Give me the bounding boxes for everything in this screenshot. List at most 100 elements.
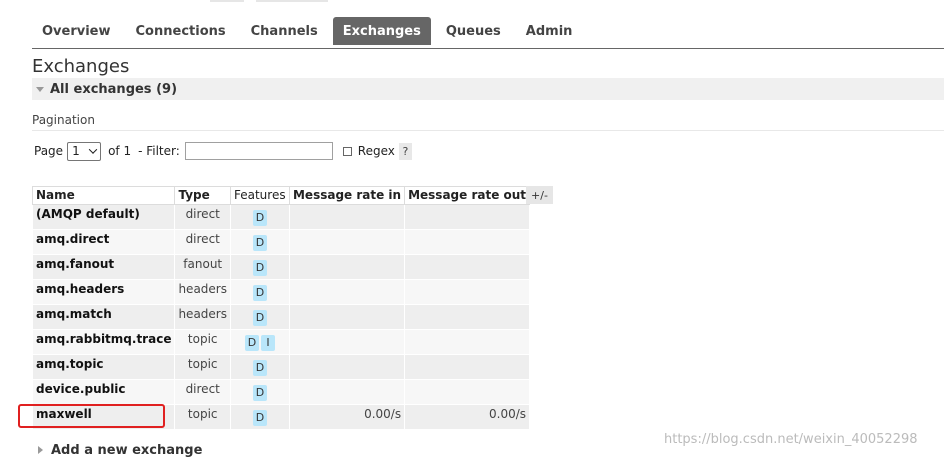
exchange-features: D [229,204,290,230]
nav-tab-channels[interactable]: Channels [241,17,328,45]
message-rate-in [288,279,406,305]
feature-badge: D [252,235,267,251]
nav-tab-queues[interactable]: Queues [436,17,511,45]
add-new-exchange-toggle[interactable]: Add a new exchange [32,441,202,459]
exchange-features: D [229,379,290,405]
exchange-type: direct [174,229,231,255]
feature-badge: D [252,260,267,276]
table-row[interactable]: maxwell topic D 0.00/s 0.00/s [31,404,531,430]
message-rate-in [288,379,406,405]
feature-badge: D [252,385,267,401]
page-select[interactable]: 1 [67,141,102,161]
message-rate-out [404,279,531,305]
nav-tab-overview[interactable]: Overview [32,17,121,45]
exchange-name-link[interactable]: amq.headers [31,279,176,305]
feature-badge: D [252,360,267,376]
table-row[interactable]: amq.match headers D [31,304,531,330]
message-rate-out [404,354,531,380]
message-rate-in [288,254,406,280]
column-header-rate-in[interactable]: Message rate in [288,186,406,205]
pagination-title: Pagination [32,113,95,127]
exchanges-table-body: (AMQP default) direct Damq.direct direct Dam… [31,204,531,430]
exchange-type: headers [174,304,231,330]
exchange-name-link[interactable]: amq.rabbitmq.trace [31,329,176,355]
column-header-name[interactable]: Name [31,186,176,205]
exchange-features: D [229,404,290,430]
exchange-name-link[interactable]: maxwell [31,404,176,430]
message-rate-in [288,329,406,355]
message-rate-out [404,254,531,280]
tab-stub [256,0,328,2]
regex-help-button[interactable]: ? [398,142,412,160]
table-row[interactable]: device.public direct D [31,379,531,405]
exchange-name-link[interactable]: amq.topic [31,354,176,380]
column-header-features[interactable]: Features [229,186,290,205]
table-row[interactable]: (AMQP default) direct D [31,204,531,230]
feature-badge: D [252,410,267,426]
message-rate-out: 0.00/s [404,404,531,430]
feature-badge: D [244,335,259,351]
exchange-type: headers [174,279,231,305]
exchange-features: D [229,229,290,255]
exchange-name-link[interactable]: (AMQP default) [31,204,176,230]
table-row[interactable]: amq.rabbitmq.trace topic D I [31,329,531,355]
section-label: All exchanges (9) [50,81,178,97]
exchange-type: topic [174,404,231,430]
nav-tab-exchanges[interactable]: Exchanges [332,17,431,45]
exchange-name-link[interactable]: device.public [31,379,176,405]
page-title: Exchanges [32,56,130,77]
watermark: https://blog.csdn.net/weixin_40052298 [664,432,918,447]
nav-tab-connections[interactable]: Connections [126,17,236,45]
filter-input[interactable] [184,142,333,160]
table-row[interactable]: amq.direct direct D [31,229,531,255]
page-label: Page [34,144,64,158]
column-header-type[interactable]: Type [174,186,231,205]
exchange-type: topic [174,354,231,380]
exchange-type: direct [174,379,231,405]
message-rate-in: 0.00/s [288,404,406,430]
nav-divider [32,48,944,49]
table-row[interactable]: amq.headers headers D [31,279,531,305]
pagination-controls: Page 1 of 1 - Filter: Regex ? [34,141,412,161]
rabbitmq-management-page: Overview Connections Channels Exchanges … [0,0,944,460]
exchange-type: direct [174,204,231,230]
exchange-features: D [229,279,290,305]
table-header-row: Name Type Features Message rate in Messa… [31,186,531,205]
feature-badge: D [252,285,267,301]
exchange-features: D [229,354,290,380]
filter-label: - Filter: [138,144,180,158]
message-rate-out [404,229,531,255]
feature-badge: D [252,310,267,326]
all-exchanges-toggle[interactable]: All exchanges (9) [32,78,944,100]
feature-badge: I [260,335,275,351]
exchange-type: topic [174,329,231,355]
exchange-features: D [229,254,290,280]
message-rate-out [404,304,531,330]
exchanges-table: Name Type Features Message rate in Messa… [31,186,531,430]
exchange-name-link[interactable]: amq.fanout [31,254,176,280]
tab-stub [210,0,244,2]
page-select-value: 1 [72,144,80,158]
nav-tab-admin[interactable]: Admin [516,17,583,45]
message-rate-in [288,229,406,255]
table-row[interactable]: amq.topic topic D [31,354,531,380]
exchange-features: D [229,304,290,330]
message-rate-in [288,354,406,380]
column-header-rate-out[interactable]: Message rate out [404,186,531,205]
feature-badge: D [252,210,267,226]
pagination-divider [32,130,944,131]
regex-label: Regex [357,144,395,158]
message-rate-in [288,304,406,330]
message-rate-out [404,329,531,355]
message-rate-out [404,379,531,405]
page-count-label: of 1 [108,144,132,158]
exchange-name-link[interactable]: amq.match [31,304,176,330]
table-row[interactable]: amq.fanout fanout D [31,254,531,280]
message-rate-in [288,204,406,230]
exchange-type: fanout [174,254,231,280]
exchange-name-link[interactable]: amq.direct [31,229,176,255]
column-toggle-button[interactable]: +/- [526,186,553,204]
chevron-down-icon [88,145,98,154]
regex-checkbox[interactable] [342,146,352,156]
top-tab-remnants [0,0,944,6]
